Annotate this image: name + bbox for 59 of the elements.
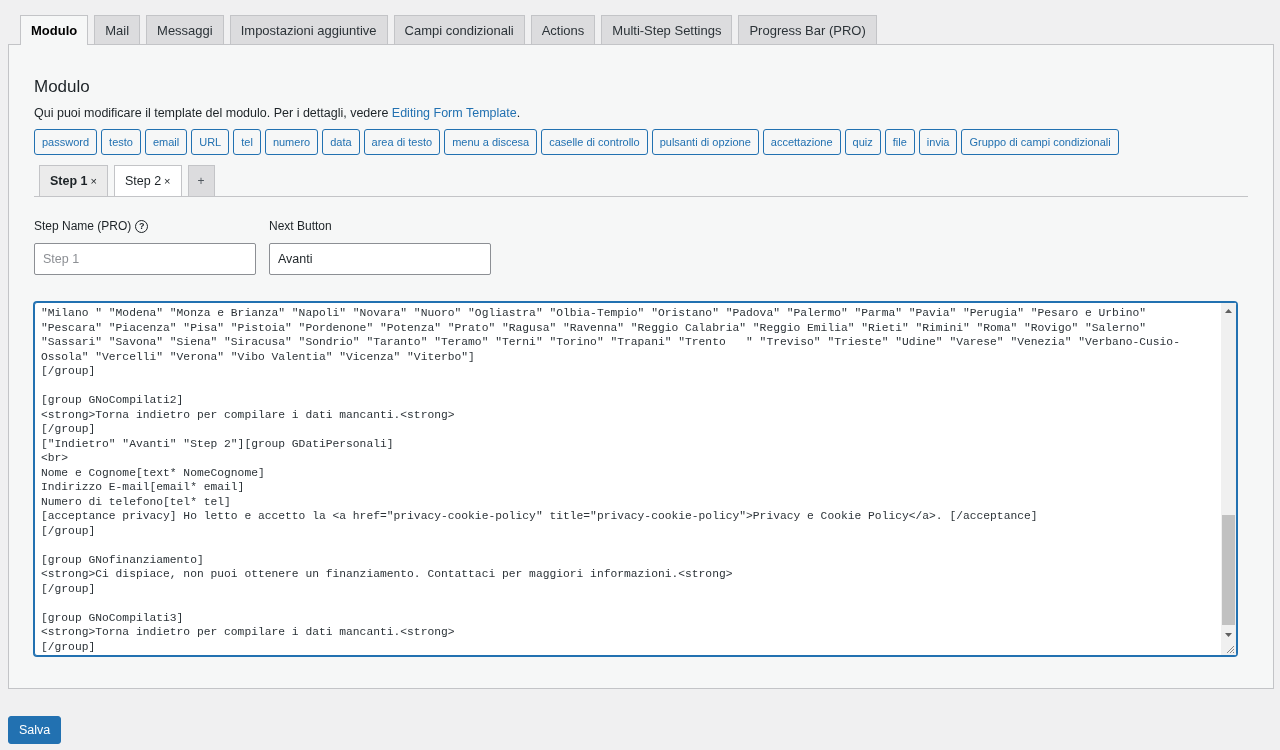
- tag-generator-button[interactable]: URL: [191, 129, 230, 155]
- code-line: Indirizzo E-mail[email* email]: [41, 480, 245, 495]
- tag-generator-button[interactable]: invia: [918, 129, 958, 155]
- code-line: [group GNofinanziamento]: [41, 552, 204, 567]
- section-title: Modulo: [34, 77, 91, 97]
- tag-generator-button[interactable]: tel: [233, 129, 261, 155]
- tab[interactable]: Campi condizionali: [393, 15, 525, 44]
- tag-generator-button[interactable]: accettazione: [762, 129, 841, 155]
- scrollbar[interactable]: [1221, 303, 1236, 655]
- tag-generator-button[interactable]: Gruppo di campi condizionali: [961, 129, 1119, 155]
- tag-generator-button[interactable]: numero: [264, 129, 319, 155]
- tag-generator-button[interactable]: pulsanti di opzione: [651, 129, 759, 155]
- code-line: "Sassari" "Savona" "Siena" "Siracusa" "Sondrio" "Taranto" "Teramo" "Terni" "Torino" "Trapani" "Trento " "Treviso" "Trieste" "Udine" "Varese" "Venezia" "Verbano-Cusio-: [41, 335, 1180, 350]
- code-line: <br>: [41, 451, 69, 466]
- resize-grip-icon[interactable]: [1225, 644, 1235, 654]
- tag-generator-button[interactable]: area di testo: [363, 129, 441, 155]
- tab[interactable]: Progress Bar (PRO): [738, 15, 877, 44]
- tab[interactable]: Multi-Step Settings: [601, 15, 733, 44]
- code-line: Ossola" "Vercelli" "Verona" "Vibo Valentia" "Vicenza" "Viterbo"]: [41, 349, 475, 364]
- step-tab[interactable]: Step 1 ×: [39, 165, 108, 196]
- step-tab[interactable]: Step 2 ×: [113, 165, 182, 196]
- tag-generator-button[interactable]: password: [34, 129, 98, 155]
- tag-generator-button[interactable]: menu a discesa: [444, 129, 538, 155]
- code-line: "Pescara" "Piacenza" "Pisa" "Pistoia" "Pordenone" "Potenza" "Prato" "Ragusa" "Ravenna" "Reggio Calabria" "Reggio Emilia" "Rieti" "Rimini" "Roma" "Rovigo" "Salerno": [41, 320, 1146, 335]
- field-label: Step Name (PRO): [34, 219, 132, 233]
- code-line: <strong>Ci dispiace, non puoi ottenere un finanziamento. Contattaci per maggiori informazioni.<strong>: [41, 567, 733, 582]
- code-line: [/group]: [41, 581, 96, 596]
- code-line: [/group]: [41, 523, 96, 538]
- code-line: <strong>Torna indietro per compilare i dati mancanti.<strong>: [41, 407, 455, 422]
- code-line: [/group]: [41, 364, 96, 379]
- tab[interactable]: Actions: [530, 15, 596, 44]
- next-button-field[interactable]: Avanti: [269, 243, 491, 275]
- code-line: [group GNoCompilati2]: [41, 393, 184, 408]
- code-line: [/group]: [41, 639, 96, 654]
- description-text: Qui puoi modificare il template del modulo. Per i dettagli, vedere Editing Form Template.: [34, 106, 522, 120]
- code-line: [group GNoCompilati3]: [41, 610, 184, 625]
- add-step-button[interactable]: +: [187, 165, 215, 196]
- code-line: "Milano " "Modena" "Monza e Brianza" "Napoli" "Novara" "Nuoro" "Ogliastra" "Olbia-Tempio" "Oristano" "Padova" "Palermo" "Parma" "Pavia" "Perugia" "Pesaro e Urbino": [41, 306, 1146, 321]
- code-line: [acceptance privacy] Ho letto e accetto la <a href="privacy-cookie-policy" title="privacy-cookie-policy">Privacy e Cookie Policy</a>. [/acceptance]: [41, 509, 1038, 524]
- tab[interactable]: Mail: [94, 15, 141, 44]
- tag-generator-button[interactable]: caselle di controllo: [541, 129, 648, 155]
- field-label: Next Button: [269, 219, 333, 233]
- tag-generator-button[interactable]: data: [322, 129, 360, 155]
- code-editor[interactable]: [34, 302, 1237, 656]
- save-button[interactable]: Salva: [8, 716, 62, 744]
- tag-generator-button[interactable]: email: [144, 129, 188, 155]
- tag-generator-button[interactable]: file: [884, 129, 915, 155]
- code-line: Numero di telefono[tel* tel]: [41, 494, 231, 509]
- tag-generator-button[interactable]: quiz: [844, 129, 881, 155]
- tab[interactable]: Modulo: [20, 15, 89, 45]
- code-line: ["Indietro" "Avanti" "Step 2"][group GDatiPersonali]: [41, 436, 394, 451]
- code-line: [/group]: [41, 422, 96, 437]
- tab[interactable]: Messaggi: [146, 15, 224, 44]
- code-line: <strong>Torna indietro per compilare i dati mancanti.<strong>: [41, 625, 455, 640]
- step-name-field[interactable]: Step 1: [34, 243, 256, 275]
- tab[interactable]: Impostazioni aggiuntive: [229, 15, 388, 44]
- tag-generator-button[interactable]: testo: [101, 129, 141, 155]
- code-line: Nome e Cognome[text* NomeCognome]: [41, 465, 265, 480]
- editing-form-template-link[interactable]: Editing Form Template: [391, 106, 517, 120]
